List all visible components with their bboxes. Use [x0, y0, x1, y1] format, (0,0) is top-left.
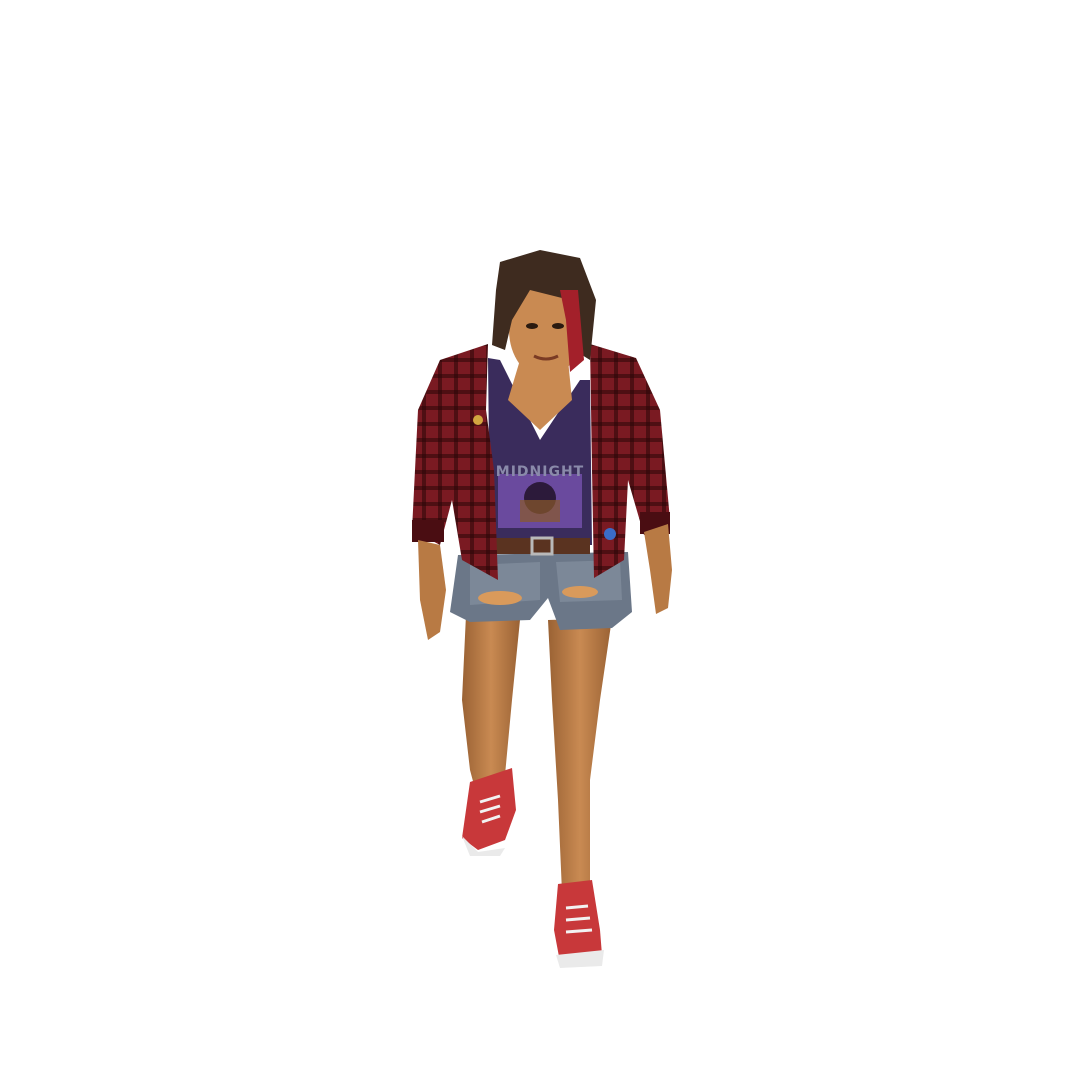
game-viewport: MIDNIGHT — [0, 0, 1080, 1080]
left-arm — [418, 540, 446, 640]
right-leg — [548, 618, 612, 892]
left-sneaker — [462, 768, 516, 856]
right-arm — [644, 524, 672, 614]
character-head — [492, 250, 596, 378]
shirt-print-text: MIDNIGHT — [496, 464, 584, 480]
right-sneaker — [554, 880, 604, 968]
jacket-pin-icon — [473, 415, 483, 425]
belt — [494, 536, 590, 556]
shirt-graphic — [498, 474, 582, 528]
player-character: MIDNIGHT — [412, 250, 672, 968]
jacket-button-icon — [604, 528, 616, 540]
